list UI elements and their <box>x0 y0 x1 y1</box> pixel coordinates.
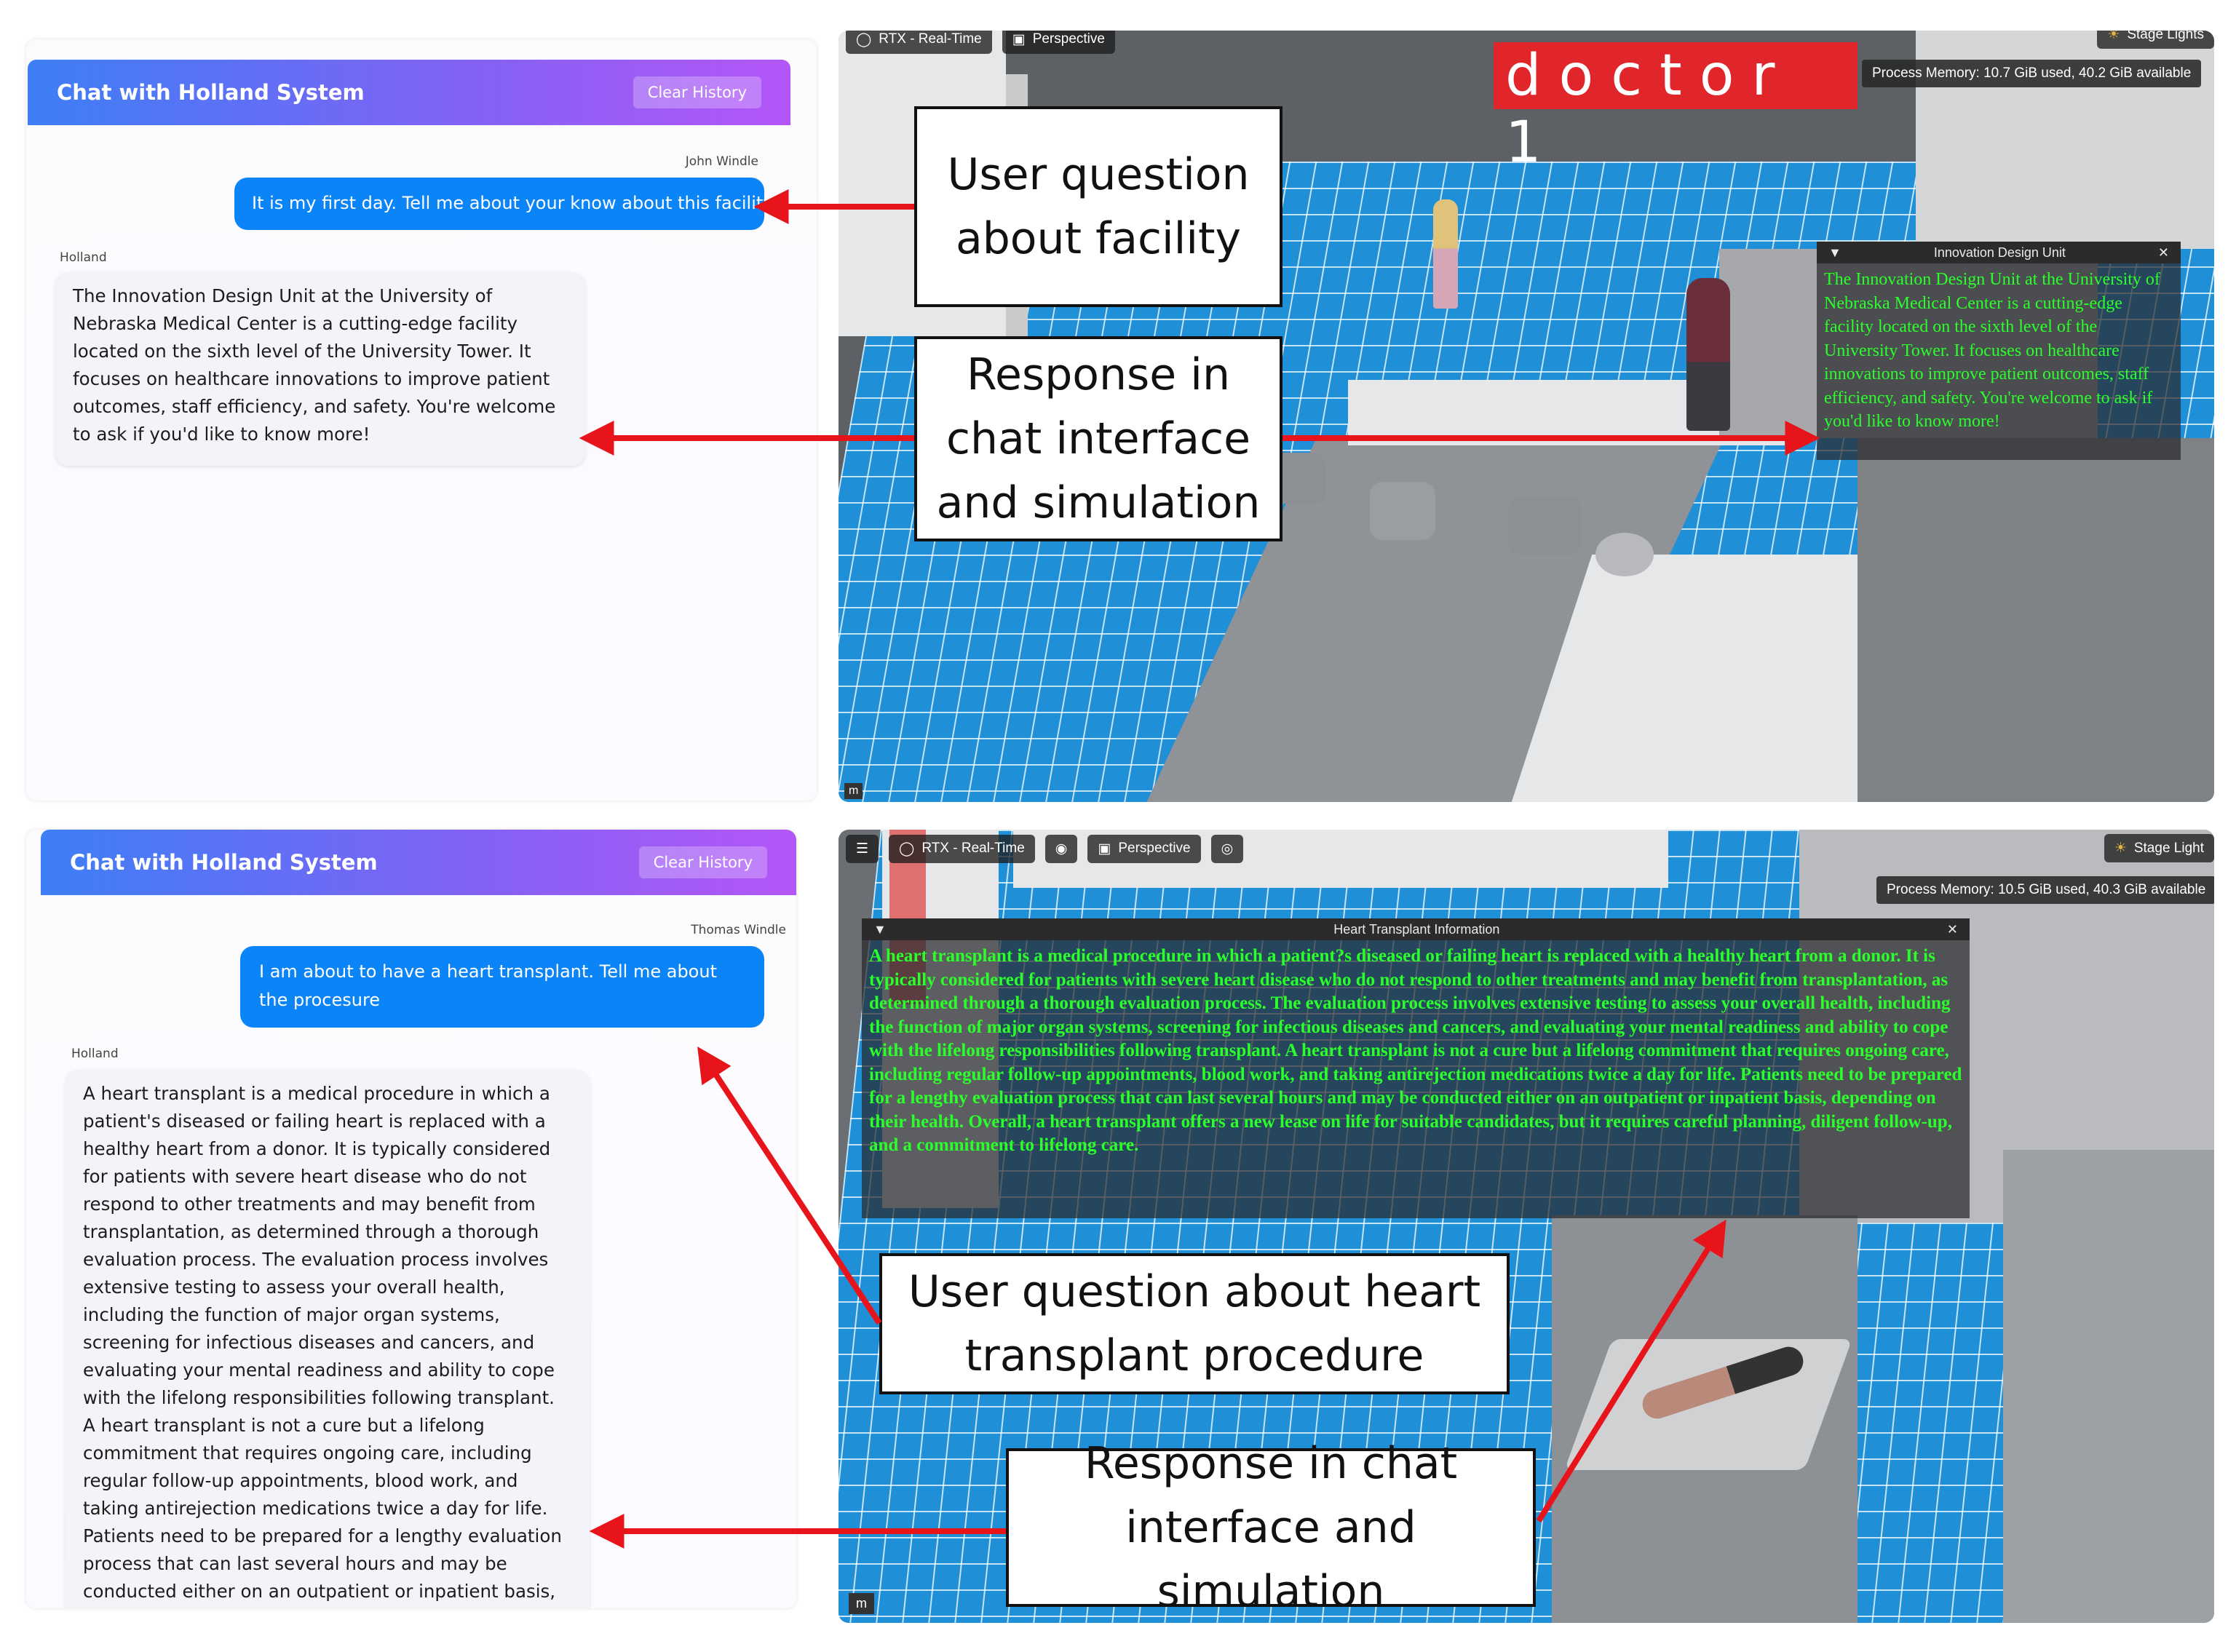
chat-title: Chat with Holland System <box>57 80 365 105</box>
annotation-user-question-top: User question about facility <box>914 106 1282 307</box>
eye-button[interactable]: ◉ <box>1044 834 1078 863</box>
chat-header: Chat with Holland System Clear History <box>41 830 796 895</box>
clear-history-button[interactable]: Clear History <box>638 846 767 878</box>
sliders-icon: ☰ <box>856 841 869 857</box>
camera-perspective-button[interactable]: ▣ Perspective <box>1087 834 1201 863</box>
info-window-title: Innovation Design Unit <box>1933 245 2066 260</box>
info-window[interactable]: ▼ Innovation Design Unit ✕ The Innovatio… <box>1817 242 2181 460</box>
avatar-person <box>1686 278 1730 431</box>
table <box>1595 533 1654 576</box>
annotation-response-bottom: Response in chat interface and simulatio… <box>1006 1438 1536 1617</box>
collapse-icon[interactable]: ▼ <box>873 922 887 937</box>
bot-sender-name: Holland <box>60 250 107 265</box>
camera-perspective-button[interactable]: ▣ Perspective <box>1002 31 1115 54</box>
process-memory-readout: Process Memory: 10.5 GiB used, 40.3 GiB … <box>1876 876 2214 904</box>
sign-text: doctor 1 <box>1505 43 1793 175</box>
audio-button[interactable]: ◎ <box>1210 834 1244 863</box>
bot-sender-name: Holland <box>71 1047 119 1061</box>
viewport-corner-label: m <box>844 783 863 799</box>
hospital-bed <box>1564 1339 1852 1470</box>
chair <box>1370 482 1435 540</box>
camera-icon: ▣ <box>1012 31 1026 47</box>
chat-panel-bottom: Chat with Holland System Clear History T… <box>26 830 796 1608</box>
info-window-title: Heart Transplant Information <box>1333 921 1500 937</box>
annotation-user-question-bottom: User question about heart transplant pro… <box>879 1253 1510 1394</box>
chair <box>1508 496 1581 555</box>
process-memory-readout: Process Memory: 10.7 GiB used, 40.2 GiB … <box>1862 60 2202 87</box>
user-message-bubble: I am about to have a heart transplant. T… <box>240 946 764 1028</box>
close-icon[interactable]: ✕ <box>2158 245 2169 261</box>
info-window-titlebar[interactable]: ▼ Heart Transplant Information ✕ <box>862 918 1970 940</box>
rtx-mode-button[interactable]: ◯ RTX - Real-Time <box>889 834 1035 863</box>
annotation-response-top: Response in chat interface and simulatio… <box>914 336 1282 541</box>
clear-history-button[interactable]: Clear History <box>633 76 761 108</box>
camera-icon: ▣ <box>1098 841 1111 857</box>
chat-header: Chat with Holland System Clear History <box>28 60 790 125</box>
chat-title: Chat with Holland System <box>70 850 378 875</box>
chat-panel-top: Chat with Holland System Clear History J… <box>26 39 817 801</box>
info-window-text: A heart transplant is a medical procedur… <box>869 946 1962 1155</box>
wall <box>2003 1150 2214 1623</box>
bot-message-bubble: The Innovation Design Unit at the Univer… <box>55 272 585 466</box>
viewport-corner-label: m <box>849 1593 874 1614</box>
sun-icon: ☀ <box>2114 841 2127 856</box>
info-window-titlebar[interactable]: ▼ Innovation Design Unit ✕ <box>1817 242 2181 263</box>
user-message-bubble: It is my first day. Tell me about your k… <box>234 178 777 230</box>
speaker-icon: ◎ <box>1221 841 1234 857</box>
bot-message-bubble: A heart transplant is a medical procedur… <box>66 1070 590 1608</box>
stage-lights-button[interactable]: ☀ Stage Light <box>2104 834 2214 862</box>
wall <box>1858 438 2214 802</box>
bulb-icon: ◯ <box>856 31 872 47</box>
bulb-icon: ◯ <box>899 841 915 857</box>
eye-icon: ◉ <box>1055 841 1068 857</box>
viewport-toolbar: ☰ ◯ RTX - Real-Time ◉ ▣ Perspective ◎ <box>838 830 2214 867</box>
collapse-icon[interactable]: ▼ <box>1828 245 1841 261</box>
viewport-toolbar: ◯ RTX - Real-Time ▣ Perspective <box>838 31 2214 58</box>
info-window[interactable]: ▼ Heart Transplant Information ✕ A heart… <box>862 918 1970 1218</box>
close-icon[interactable]: ✕ <box>1947 922 1958 937</box>
sun-icon: ☀ <box>2107 31 2120 42</box>
rtx-mode-button[interactable]: ◯ RTX - Real-Time <box>846 31 992 54</box>
stage-lights-button[interactable]: ☀ Stage Lights <box>2097 31 2214 49</box>
info-window-text: The Innovation Design Unit at the Univer… <box>1824 270 2160 431</box>
avatar-person <box>1433 199 1458 309</box>
user-sender-name: Thomas Windle <box>691 923 786 937</box>
user-sender-name: John Windle <box>685 154 758 169</box>
menu-button[interactable]: ☰ <box>846 834 879 863</box>
